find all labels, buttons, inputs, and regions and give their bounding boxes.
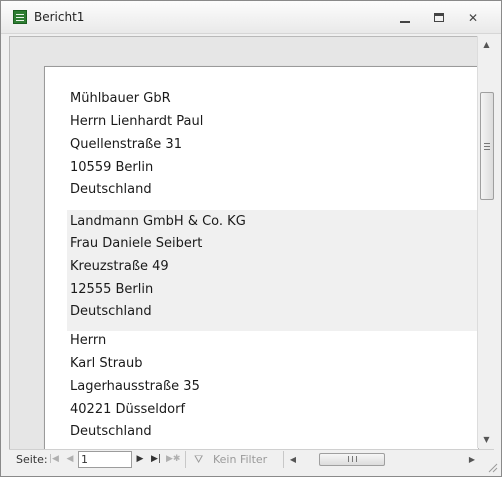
grip-icon [484,143,490,150]
title-bar[interactable]: Bericht1 ✕ [1,1,501,34]
scroll-up-arrow-icon[interactable]: ▲ [478,36,495,53]
navigation-bar: Seite: |◀ ◀ 1 ▶ ▶| ▶✱ ⛛ Kein Filter ◀ ▶ [9,449,494,470]
address-record: Landmann GmbH & Co. KG Frau Daniele Seib… [67,210,478,331]
filter-button[interactable]: ⛛ Kein Filter [185,451,276,468]
funnel-icon: ⛛ [194,453,204,466]
report-icon [13,10,27,24]
last-page-icon[interactable]: ▶| [149,452,163,467]
scroll-right-arrow-icon[interactable]: ▶ [465,451,479,468]
postal-city: 10559 Berlin [70,160,154,175]
next-page-icon[interactable]: ▶ [133,452,147,467]
report-window: Bericht1 ✕ Mühlbauer GbR Herrn Lienhardt… [0,0,502,477]
page-number-input[interactable]: 1 [78,451,132,468]
street: Kreuzstraße 49 [70,259,169,274]
vertical-scrollbar[interactable]: ▲ ▼ [477,36,495,448]
contact-name: Frau Daniele Seibert [70,236,203,251]
filter-label: Kein Filter [213,453,268,466]
close-button[interactable]: ✕ [462,9,484,27]
country: Deutschland [70,182,152,197]
postal-city: 12555 Berlin [70,282,154,297]
salutation: Herrn [70,333,107,348]
scroll-down-arrow-icon[interactable]: ▼ [478,431,495,448]
horizontal-scroll-thumb[interactable] [319,453,385,466]
vertical-scroll-thumb[interactable] [480,92,494,200]
contact-name: Karl Straub [70,356,143,371]
company-name: Mühlbauer GbR [70,91,171,106]
grip-icon [348,456,357,462]
street: Lagerhausstraße 35 [70,379,200,394]
maximize-icon [434,13,444,22]
resize-grip-icon[interactable] [486,461,498,473]
street: Quellenstraße 31 [70,137,182,152]
report-page: Mühlbauer GbR Herrn Lienhardt Paul Quell… [44,66,478,449]
page-label: Seite: [16,453,48,466]
new-record-icon[interactable]: ▶✱ [166,452,180,467]
minimize-button[interactable] [394,9,416,27]
previous-page-icon[interactable]: ◀ [63,452,77,467]
country: Deutschland [70,304,152,319]
report-viewport[interactable]: Mühlbauer GbR Herrn Lienhardt Paul Quell… [9,36,479,450]
postal-city: 40221 Düsseldorf [70,402,186,417]
contact-name: Herrn Lienhardt Paul [70,114,204,129]
scroll-left-arrow-icon[interactable]: ◀ [286,451,300,468]
horizontal-scrollbar[interactable]: ◀ ▶ [283,451,479,468]
minimize-icon [400,21,410,23]
window-title: Bericht1 [34,10,85,24]
close-icon: ✕ [467,11,479,25]
company-name: Landmann GmbH & Co. KG [70,214,246,229]
address-record: Herrn Karl Straub Lagerhausstraße 35 402… [67,333,478,449]
address-record: Mühlbauer GbR Herrn Lienhardt Paul Quell… [67,85,478,197]
maximize-button[interactable] [428,9,450,27]
first-page-icon[interactable]: |◀ [47,452,61,467]
country: Deutschland [70,424,152,439]
